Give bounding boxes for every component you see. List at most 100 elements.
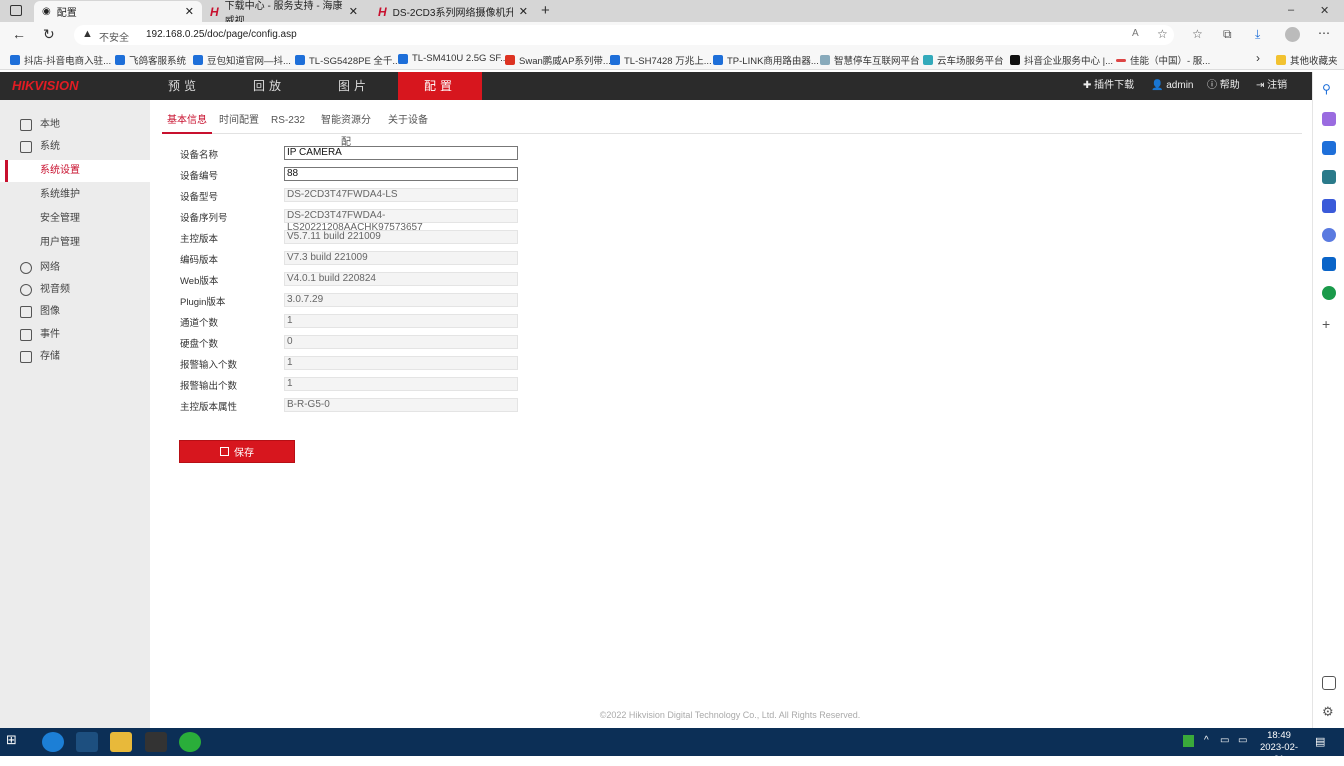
footer-copyright: ©2022 Hikvision Digital Technology Co., … <box>599 710 861 720</box>
close-icon[interactable]: ✕ <box>349 5 358 18</box>
minimize-button[interactable]: – <box>1288 4 1294 16</box>
tab-basic-info[interactable]: 基本信息 <box>162 110 212 134</box>
sidebar-item-system-maintenance[interactable]: 系统维护 <box>0 184 150 206</box>
close-window-button[interactable]: ✕ <box>1320 4 1329 17</box>
sidebar-item-storage[interactable]: 存储 <box>0 346 150 368</box>
refresh-icon[interactable]: ↻ <box>43 26 55 43</box>
collections-icon[interactable]: ⧉ <box>1223 27 1232 42</box>
url-field[interactable]: ▲ 不安全 192.168.0.25/doc/page/config.asp <box>74 25 1174 45</box>
sidebar-item-system[interactable]: 系统 <box>0 136 150 158</box>
form-row: 主控版本属性 B-R-G5-0 <box>180 398 520 413</box>
browser-tab-upgrade[interactable]: HDS-2CD3系列网络摄像机升级程✕ <box>370 1 536 22</box>
games-icon[interactable] <box>1322 199 1336 213</box>
sidebar-item-event[interactable]: 事件 <box>0 324 150 346</box>
bookmarks-bar: 抖店-抖音电商入驻... 飞鸽客服系统 豆包知道官网—抖... TL-SG542… <box>0 48 1344 70</box>
bookmark[interactable]: 云车场服务平台 <box>923 53 1004 67</box>
help-link[interactable]: ⓘ 帮助 <box>1207 72 1240 100</box>
field-label: 设备型号 <box>180 192 219 203</box>
bookmark[interactable]: 豆包知道官网—抖... <box>193 53 291 67</box>
field-value: V7.3 build 221009 <box>284 251 518 265</box>
sidebar-item-security[interactable]: 安全管理 <box>0 208 150 230</box>
bookmark-icon <box>193 55 203 65</box>
bookmark[interactable]: TL-SM410U 2.5G SF... <box>398 53 508 64</box>
browser-tab-download[interactable]: H 下载中心 - 服务支持 - 海康威视 ✕ <box>202 1 366 27</box>
sidebar-item-local[interactable]: 本地 <box>0 114 150 136</box>
other-bookmarks[interactable]: 其他收藏夹 <box>1276 53 1338 67</box>
favorites-icon[interactable]: ☆ <box>1192 27 1203 41</box>
display-icon[interactable]: ▭ <box>1238 735 1247 746</box>
outlook-icon[interactable] <box>1322 257 1336 271</box>
chevron-up-icon[interactable]: ^ <box>1204 735 1209 746</box>
close-icon[interactable]: ✕ <box>519 5 528 18</box>
nav-preview[interactable]: 预览 <box>142 72 226 100</box>
field-value[interactable]: IP CAMERA <box>284 146 518 160</box>
sidebar-item-network[interactable]: 网络 <box>0 257 150 279</box>
tray-app-icon[interactable] <box>1183 735 1194 747</box>
sidebar-item-image[interactable]: 图像 <box>0 301 150 323</box>
close-icon[interactable]: ✕ <box>185 5 194 18</box>
bookmark[interactable]: 佳能（中国）- 服... <box>1116 53 1210 67</box>
field-value: B-R-G5-0 <box>284 398 518 412</box>
file-explorer-icon[interactable] <box>110 732 132 752</box>
browser-tab-config[interactable]: ◉ 配置 ✕ <box>34 1 202 22</box>
bookmark-icon <box>923 55 933 65</box>
sidebar-item-system-settings[interactable]: 系统设置 <box>0 160 150 182</box>
shopping-icon[interactable] <box>1322 141 1336 155</box>
bookmark[interactable]: TL-SH7428 万兆上... <box>610 53 712 67</box>
field-value[interactable]: 88 <box>284 167 518 181</box>
bookmark[interactable]: Swan鹏威AP系列带... <box>505 53 611 67</box>
bookmark[interactable]: 抖音企业服务中心 |... <box>1010 53 1113 67</box>
back-icon[interactable]: ← <box>12 26 26 42</box>
ie-icon[interactable] <box>42 732 64 752</box>
sidebar-toggle-icon[interactable] <box>1322 676 1336 690</box>
tab-time-settings[interactable]: 时间配置 <box>218 110 260 134</box>
bookmark[interactable]: 智慧停车互联网平台 <box>820 53 920 67</box>
profile-avatar[interactable] <box>1285 27 1300 42</box>
user-icon: 👤 <box>1151 80 1164 91</box>
favorite-icon[interactable]: ☆ <box>1157 27 1168 41</box>
save-icon <box>220 447 229 456</box>
gear-icon[interactable]: ⚙ <box>1322 704 1336 719</box>
search-icon[interactable]: ⚲ <box>1322 82 1336 96</box>
add-icon[interactable]: + <box>1322 316 1336 332</box>
logout-icon: ⇥ <box>1256 80 1265 91</box>
nav-playback[interactable]: 回放 <box>227 72 311 100</box>
tab-resource-allocation[interactable]: 智能资源分配 <box>318 110 374 148</box>
read-aloud-icon[interactable]: A <box>1132 28 1139 39</box>
download-icon[interactable]: ⤓ <box>1255 27 1260 42</box>
network-icon[interactable]: ▭ <box>1220 735 1229 746</box>
office-icon[interactable] <box>1322 228 1336 242</box>
nav-config[interactable]: 配置 <box>398 72 482 100</box>
copilot-icon[interactable] <box>1322 112 1336 126</box>
tab-about[interactable]: 关于设备 <box>388 110 428 134</box>
nav-picture[interactable]: 图片 <box>312 72 396 100</box>
bookmark[interactable]: TL-SG5428PE 全千... <box>295 53 400 67</box>
form-row: 编码版本 V7.3 build 221009 <box>180 251 520 266</box>
clock[interactable]: 18:49 2023-02-21 <box>1256 730 1302 766</box>
new-tab-button[interactable]: + <box>541 2 550 19</box>
drop-icon[interactable] <box>1322 286 1336 300</box>
tools-icon[interactable] <box>1322 170 1336 184</box>
app-icon[interactable] <box>145 732 167 752</box>
bookmark[interactable]: 抖店-抖音电商入驻... <box>10 53 111 67</box>
windows-start-icon[interactable]: ⊞ <box>6 732 28 752</box>
bookmark-icon <box>713 55 723 65</box>
wechat-icon[interactable] <box>179 732 201 752</box>
form-row: 设备型号 DS-2CD3T47FWDA4-LS <box>180 188 520 203</box>
chevron-right-icon[interactable]: › <box>1256 51 1260 65</box>
sidebar-item-audio-video[interactable]: 视音频 <box>0 279 150 301</box>
plugin-download-link[interactable]: ✚ 插件下载 <box>1083 72 1134 100</box>
save-button[interactable]: 保存 <box>179 440 295 463</box>
tab-rs232[interactable]: RS-232 <box>270 110 306 134</box>
url-text: 192.168.0.25/doc/page/config.asp <box>146 29 297 40</box>
sidebar-item-users[interactable]: 用户管理 <box>0 232 150 254</box>
notification-icon[interactable]: ▤ <box>1315 735 1325 748</box>
bookmark[interactable]: 飞鸽客服系统 <box>115 53 186 67</box>
bookmark[interactable]: TP-LINK商用路由器... <box>713 53 819 67</box>
logout-link[interactable]: ⇥ 注销 <box>1256 72 1287 100</box>
user-link[interactable]: 👤 admin <box>1151 72 1193 100</box>
tab-actions-icon[interactable] <box>10 5 22 16</box>
field-label: 报警输出个数 <box>180 381 238 392</box>
edge-icon[interactable] <box>76 732 98 752</box>
more-icon[interactable]: ⋯ <box>1318 26 1330 40</box>
